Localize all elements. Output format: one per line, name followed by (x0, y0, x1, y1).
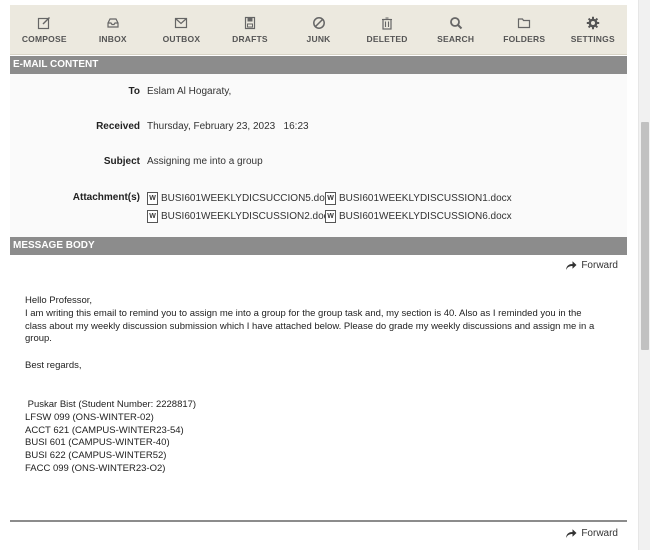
signature-line: FACC 099 (ONS-WINTER23-O2) (25, 462, 166, 474)
forward-arrow-icon (566, 529, 577, 538)
attachment-name: BUSI601WEEKLYDISCUSSION6.docx (339, 211, 512, 222)
settings-label: SETTINGS (570, 33, 615, 44)
word-document-icon: W (325, 210, 336, 223)
email-content-header: E-MAIL CONTENT (10, 56, 627, 74)
inbox-icon (107, 17, 119, 28)
signature-line: Puskar Bist (Student Number: 2228817) (25, 399, 197, 410)
signature-line: BUSI 622 (CAMPUS-WINTER52) (25, 450, 167, 462)
outbox-button[interactable]: OUTBOX (147, 5, 216, 54)
junk-icon (312, 16, 325, 29)
message-body-header: MESSAGE BODY (10, 237, 627, 255)
deleted-button[interactable]: DELETED (353, 5, 422, 54)
message-body-text: Hello Professor, I am writing this email… (25, 295, 605, 346)
compose-icon (38, 16, 51, 29)
signature-line: ACCT 621 (CAMPUS-WINTER23-54) (25, 424, 184, 436)
scrollbar-thumb[interactable] (641, 122, 649, 350)
gear-icon (586, 16, 599, 29)
forward-arrow-icon (566, 261, 577, 270)
inbox-button[interactable]: INBOX (79, 5, 148, 54)
signature-block: Puskar Bist (Student Number: 2228817) LF… (25, 399, 605, 476)
attachment-link[interactable]: W BUSI601WEEKLYDISCUSSION6.docx (325, 210, 512, 223)
attachments-label: Attachment(s) (72, 192, 140, 203)
drafts-label: DRAFTS (232, 33, 268, 44)
to-label: To (128, 86, 140, 97)
closing-line: Best regards, (25, 360, 82, 371)
folder-icon (518, 17, 531, 28)
search-icon (449, 16, 462, 29)
search-label: SEARCH (437, 33, 475, 44)
to-value: Eslam Al Hogaraty, (147, 86, 232, 97)
forward-button[interactable]: Forward (565, 260, 618, 271)
drafts-button[interactable]: DRAFTS (216, 5, 285, 54)
junk-button[interactable]: JUNK (284, 5, 353, 54)
word-document-icon: W (147, 192, 158, 205)
subject-value: Assigning me into a group (147, 156, 263, 167)
deleted-label: DELETED (366, 33, 408, 44)
search-button[interactable]: SEARCH (421, 5, 490, 54)
subject-label: Subject (103, 156, 140, 167)
signature-line: BUSI 601 (CAMPUS-WINTER-40) (25, 437, 170, 449)
folders-label: FOLDERS (503, 33, 546, 44)
outbox-icon (175, 17, 188, 28)
mail-toolbar: COMPOSE INBOX OUTBOX DRAFTS JUNK DELETED… (10, 5, 627, 55)
attachment-link[interactable]: W BUSI601WEEKLYDISCUSSION1.docx (325, 192, 512, 205)
attachment-link[interactable]: W BUSI601WEEKLYDICSUCCION5.docx (147, 192, 335, 205)
word-document-icon: W (325, 192, 336, 205)
body-paragraph: I am writing this email to remind you to… (25, 307, 597, 345)
vertical-scrollbar[interactable] (638, 0, 650, 550)
word-document-icon: W (147, 210, 158, 223)
forward-label: Forward (581, 528, 618, 539)
settings-button[interactable]: SETTINGS (559, 5, 628, 54)
folders-button[interactable]: FOLDERS (490, 5, 559, 54)
signature-line: LFSW 099 (ONS-WINTER-02) (25, 411, 154, 423)
trash-icon (382, 16, 393, 30)
greeting-line: Hello Professor, (25, 295, 93, 306)
attachment-name: BUSI601WEEKLYDISCUSSION1.docx (339, 193, 512, 204)
compose-label: COMPOSE (21, 33, 67, 44)
email-header-fields: To Eslam Al Hogaraty, Received Thursday,… (10, 74, 627, 237)
inbox-label: INBOX (98, 33, 127, 44)
received-label: Received (96, 121, 140, 132)
junk-label: JUNK (306, 33, 331, 44)
message-divider (10, 520, 627, 522)
outbox-label: OUTBOX (162, 33, 201, 44)
forward-button-bottom[interactable]: Forward (565, 528, 618, 539)
forward-label: Forward (581, 260, 618, 271)
received-value: Thursday, February 23, 2023 16:23 (147, 121, 309, 132)
compose-button[interactable]: COMPOSE (10, 5, 79, 54)
attachment-name: BUSI601WEEKLYDICSUCCION5.docx (161, 193, 335, 204)
attachment-name: BUSI601WEEKLYDISCUSSION2.docx (161, 211, 334, 222)
drafts-icon (244, 16, 256, 29)
attachment-link[interactable]: W BUSI601WEEKLYDISCUSSION2.docx (147, 210, 334, 223)
